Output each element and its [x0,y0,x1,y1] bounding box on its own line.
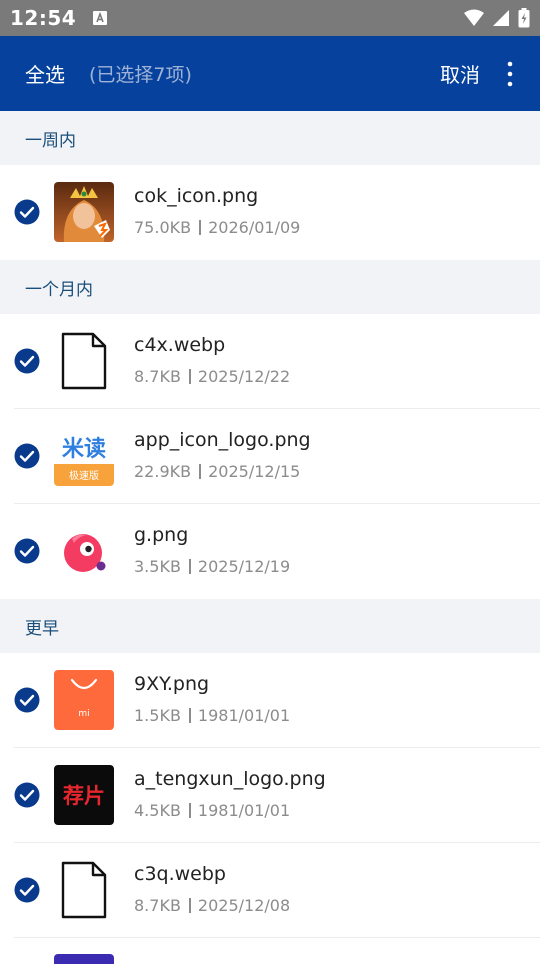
game-character-icon [54,182,114,242]
file-meta: 4.5KB 1981/01/01 [134,801,290,820]
file-size: 8.7KB [134,367,181,386]
list-item[interactable]: mi 9XY.png 1.5KB 1981/01/01 [0,653,540,748]
status-time: 12:54 [10,6,77,30]
file-size: 1.5KB [134,706,181,725]
file-name: cok_icon.png [134,185,259,207]
file-size: 3.5KB [134,557,181,576]
section-header-earlier: 更早 [0,599,540,653]
meta-separator [188,708,191,723]
list-item[interactable]: cok_icon.png 75.0KB 2026/01/09 [0,165,540,260]
file-size: 75.0KB [134,218,192,237]
section-header-week: 一周内 [0,111,540,165]
file-name: 9XY.png [134,673,210,695]
notification-a-icon [93,11,108,25]
list-item[interactable]: c3q.webp 8.7KB 2025/12/08 [0,843,540,938]
file-meta: 75.0KB 2026/01/09 [134,218,300,237]
checked-icon[interactable] [14,348,40,374]
select-all-button[interactable]: 全选 [25,59,65,88]
mi-logo-text: mi [78,709,89,719]
file-size: 8.7KB [134,896,181,915]
tengxun-logo-text: 荐片 [62,784,105,808]
meta-separator [188,803,191,818]
file-name: c4x.webp [134,334,226,356]
file-meta: 8.7KB 2025/12/08 [134,896,290,915]
file-size: 4.5KB [134,801,181,820]
file-date: 1981/01/01 [197,706,291,725]
checked-icon[interactable] [14,782,40,808]
mi-shopping-bag-icon: mi [54,670,114,730]
file-list: 一周内 cok_icon.png 75.0KB 2026/01/09 一个月内 … [0,111,540,938]
more-vert-icon [507,61,513,86]
more-options-button[interactable] [480,36,540,111]
file-date: 2025/12/08 [197,896,291,915]
file-name: a_tengxun_logo.png [134,768,326,790]
file-name: g.png [134,524,189,546]
file-date: 2025/12/19 [197,557,291,576]
checked-icon[interactable] [14,687,40,713]
file-meta: 8.7KB 2025/12/22 [134,367,290,386]
checked-icon[interactable] [14,443,40,469]
meta-separator [199,220,202,235]
file-name: c3q.webp [134,863,226,885]
meta-separator [188,559,191,574]
file-meta: 1.5KB 1981/01/01 [134,706,290,725]
file-date: 1981/01/01 [197,801,291,820]
meta-separator [188,369,191,384]
selection-toolbar: 全选 (已选择7项) 取消 [0,36,540,111]
checked-icon[interactable] [14,538,40,564]
file-meta: 3.5KB 2025/12/19 [134,557,290,576]
generic-file-icon [54,860,114,920]
battery-charging-icon [518,8,530,28]
row-divider [14,937,540,938]
list-item[interactable]: g.png 3.5KB 2025/12/19 [0,504,540,599]
file-size: 22.9KB [134,462,192,481]
tengxun-video-icon: 荐片 [54,765,114,825]
checked-icon[interactable] [14,199,40,225]
meta-separator [188,898,191,913]
section-header-month: 一个月内 [0,260,540,314]
signal-icon [493,10,509,26]
checked-icon[interactable] [14,877,40,903]
wifi-icon [464,9,484,26]
status-bar: 12:54 [0,0,540,36]
file-date: 2026/01/09 [208,218,301,237]
selection-count: (已选择7项) [89,64,192,86]
list-item[interactable]: 荐片 a_tengxun_logo.png 4.5KB 1981/01/01 [0,748,540,843]
midu-app-icon: 米读 极速版 [54,426,114,486]
pink-bird-icon [54,521,114,581]
file-date: 2025/12/22 [197,367,291,386]
file-meta: 22.9KB 2025/12/15 [134,462,300,481]
generic-file-icon [54,331,114,391]
list-item[interactable]: c4x.webp 8.7KB 2025/12/22 [0,314,540,409]
next-item-thumbnail [54,954,114,964]
meta-separator [199,464,202,479]
list-item[interactable]: 米读 极速版 app_icon_logo.png 22.9KB 2025/12/… [0,409,540,504]
file-name: app_icon_logo.png [134,429,311,451]
midu-logo-subtext: 极速版 [69,469,99,482]
file-date: 2025/12/15 [208,462,301,481]
cancel-button[interactable]: 取消 [440,59,480,88]
midu-logo-text: 米读 [62,437,106,462]
